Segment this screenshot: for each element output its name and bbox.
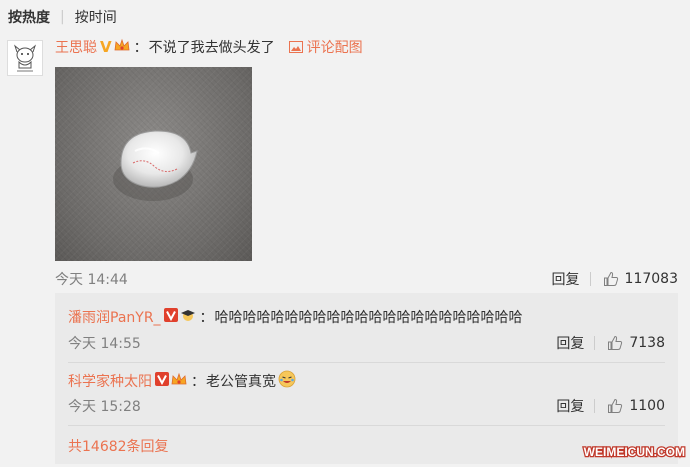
reply-text: 哈哈哈哈哈哈哈哈哈哈哈哈哈哈哈哈哈哈哈哈哈哈 (214, 310, 523, 326)
reply-thread: 潘雨润PanYR_ ： 哈哈哈哈哈哈哈哈哈哈哈哈哈哈哈哈哈哈哈哈哈哈 今天 14… (55, 293, 678, 464)
avatar[interactable] (7, 40, 43, 76)
main-comment-username[interactable]: 王思聪 (55, 37, 97, 57)
reply-divider (68, 425, 665, 426)
reply-reply-button[interactable]: 回复 (556, 396, 584, 416)
main-comment-like-button[interactable]: 117083 (603, 271, 678, 287)
meta-divider (594, 336, 596, 350)
reply-meta: 今天 15:28 回复 1100 (68, 396, 665, 416)
reply-like-count: 7138 (629, 335, 665, 351)
reply-line: 潘雨润PanYR_ ： 哈哈哈哈哈哈哈哈哈哈哈哈哈哈哈哈哈哈哈哈哈哈 (68, 307, 523, 327)
reply-like-button[interactable]: 7138 (607, 335, 665, 351)
verified-badge (163, 308, 178, 326)
photo-object-icon (113, 130, 198, 201)
watermark-text: WEIMEICUN.COM (584, 445, 685, 459)
sort-bar: 按热度 | 按时间 (8, 6, 117, 28)
reply-time: 今天 15:28 (68, 399, 141, 415)
graduate-cap-icon (180, 308, 196, 326)
comment-image-link-label: 评论配图 (306, 40, 363, 56)
sort-by-hot-tab[interactable]: 按热度 (8, 7, 50, 27)
sort-divider: | (60, 9, 65, 25)
meta-divider (589, 272, 591, 286)
reply-username[interactable]: 潘雨润PanYR_ (68, 307, 161, 327)
main-comment-meta: 今天 14:44 回复 117083 (55, 269, 678, 289)
comment-image-link[interactable]: 评论配图 (288, 37, 363, 57)
reply-username[interactable]: 科学家种太阳 (68, 371, 152, 391)
sort-by-time-tab[interactable]: 按时间 (75, 7, 117, 27)
member-crown-icon (114, 38, 130, 56)
reply-reply-button[interactable]: 回复 (556, 333, 584, 353)
colon-separator: ： (199, 310, 214, 326)
member-crown-icon (171, 372, 187, 390)
site-watermark: WEIMEICUN.COM (558, 441, 686, 465)
reply-like-button[interactable]: 1100 (607, 398, 665, 414)
avatar-dog-icon (13, 44, 37, 72)
laughing-emoji-icon (278, 370, 296, 392)
reply-like-count: 1100 (629, 398, 665, 414)
reply-divider (68, 362, 665, 363)
main-comment-line: 王思聪 V ： 不说了我去做头发了 评论配图 (55, 37, 363, 57)
reply-time: 今天 14:55 (68, 336, 141, 352)
colon-separator: ： (191, 374, 205, 390)
main-comment-like-count: 117083 (624, 271, 678, 287)
colon-separator: ： (133, 40, 148, 56)
verified-badge: V (100, 38, 112, 56)
meta-divider (594, 399, 596, 413)
thumbs-up-icon (608, 398, 623, 413)
reply-meta: 今天 14:55 回复 7138 (68, 333, 665, 353)
main-comment-reply-button[interactable]: 回复 (552, 269, 580, 289)
reply-line: 科学家种太阳 ： 老公管真宽 (68, 370, 296, 392)
reply-text: 老公管真宽 (206, 374, 276, 390)
verified-badge (155, 372, 169, 390)
total-replies-link[interactable]: 共14682条回复 (68, 436, 169, 456)
main-comment-text: 不说了我去做头发了 (148, 40, 275, 56)
comment-photo[interactable] (55, 67, 252, 261)
thumbs-up-icon (608, 335, 623, 350)
thumbs-up-icon (603, 271, 618, 286)
image-icon (288, 41, 303, 53)
main-comment-time: 今天 14:44 (55, 272, 128, 288)
